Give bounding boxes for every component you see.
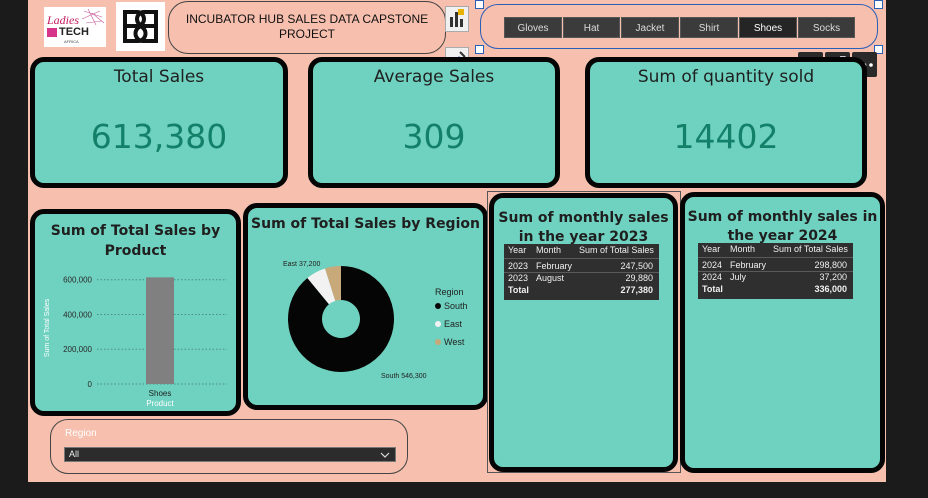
region-slicer: Region All <box>50 419 408 474</box>
logo-text-in-box <box>47 28 57 37</box>
legend-marker-west <box>435 339 441 345</box>
kpi-card-total-sales: Total Sales 613,380 <box>30 57 288 188</box>
resize-handle-top-left[interactable] <box>475 0 484 9</box>
y-tick-label: 400,000 <box>63 310 92 319</box>
donut-data-label-south: South 546,300 <box>381 373 427 380</box>
table-2024: Year Month Sum of Total Sales 2024 Febru… <box>698 243 853 299</box>
cell-year: 2024 <box>702 260 723 270</box>
header-year: Year <box>508 245 527 255</box>
legend-marker-south <box>435 303 441 309</box>
cell-year: 2023 <box>508 261 529 271</box>
product-slicer-button-shoes[interactable]: Shoes <box>739 17 797 38</box>
build-visual-icon <box>450 9 464 27</box>
bar-chart-card: Sum of Total Sales by Product 600,000 400… <box>30 209 241 416</box>
kpi-value: 14402 <box>673 117 779 156</box>
cell-sum: 247,500 <box>620 261 653 271</box>
table-row: 2024 February 298,800 <box>698 259 853 271</box>
cell-sum: 37,200 <box>819 272 847 282</box>
legend-title: Region <box>435 287 464 297</box>
table-2023-card: Sum of monthly sales in the year 2023 Ye… <box>489 193 678 472</box>
donut-chart-title: Sum of Total Sales by Region <box>251 216 480 232</box>
table-row: 2023 August 29,880 <box>504 272 659 284</box>
product-slicer-button-jacket[interactable]: Jacket <box>621 17 679 38</box>
cell-month: August <box>536 273 565 283</box>
legend-marker-east <box>435 321 441 327</box>
product-slicer-button-socks[interactable]: Socks <box>798 17 855 38</box>
resize-handle-top-right[interactable] <box>874 0 883 9</box>
kpi-card-quantity-sold: Sum of quantity sold 14402 <box>585 57 867 188</box>
kpi-card-average-sales: Average Sales 309 <box>308 57 560 188</box>
cell-year: 2024 <box>702 272 723 282</box>
report-title-box: INCUBATOR HUB SALES DATA CAPSTONE PROJEC… <box>168 1 446 54</box>
legend-item-east[interactable]: East <box>444 319 463 329</box>
table-2024-title-line1: Sum of monthly sales in <box>687 209 878 225</box>
kpi-value: 613,380 <box>90 117 228 156</box>
table-total-row: Total 277,380 <box>504 284 659 296</box>
legend-item-south[interactable]: South <box>444 301 468 311</box>
total-label: Total <box>508 285 529 295</box>
report-title-line2: PROJECT <box>278 27 335 41</box>
header-year: Year <box>702 244 721 254</box>
kpi-title: Average Sales <box>373 67 495 87</box>
total-label: Total <box>702 284 723 294</box>
region-dropdown-value: All <box>69 449 80 459</box>
table-header: Year Month Sum of Total Sales <box>698 243 853 255</box>
product-slicer-button-shirt[interactable]: Shirt <box>680 17 738 38</box>
y-axis-label: Sum of Total Sales <box>44 298 51 357</box>
table-divider <box>504 258 659 259</box>
logo-text-africa: AFRICA <box>64 39 79 44</box>
y-tick-label: 600,000 <box>63 276 92 285</box>
x-tick-label: Shoes <box>149 389 172 398</box>
header-sum: Sum of Total Sales <box>579 245 654 255</box>
table-2024-card: Sum of monthly sales in the year 2024 Ye… <box>680 192 885 473</box>
total-value: 277,380 <box>620 285 653 295</box>
y-tick-label: 0 <box>88 380 93 389</box>
cell-month: February <box>536 261 573 271</box>
header-month: Month <box>730 244 756 254</box>
bar-shoes[interactable] <box>146 277 174 384</box>
chevron-down-icon <box>380 452 390 458</box>
format-visual-button[interactable] <box>445 6 469 32</box>
report-canvas: Ladies TECH AFRICA INCUBATOR HUB SALES D… <box>28 0 886 482</box>
y-tick-label: 200,000 <box>63 345 92 354</box>
kpi-title: Total Sales <box>113 67 205 87</box>
ladies-in-tech-logo: Ladies TECH AFRICA <box>44 7 106 47</box>
donut-chart: East 37,200 South 546,300 Region South East W… <box>283 261 468 380</box>
cell-month: July <box>730 272 747 282</box>
cell-year: 2023 <box>508 273 529 283</box>
logo-text-tech: TECH <box>59 26 89 38</box>
product-slicer-button-gloves[interactable]: Gloves <box>504 17 562 38</box>
cell-month: February <box>730 260 767 270</box>
resize-handle-bottom-left[interactable] <box>475 45 484 54</box>
table-header: Year Month Sum of Total Sales <box>504 244 659 256</box>
bar-chart-title-line1: Sum of Total Sales by <box>50 223 221 239</box>
cell-sum: 298,800 <box>814 260 847 270</box>
legend-item-west[interactable]: West <box>444 337 465 347</box>
table-2023: Year Month Sum of Total Sales 2023 Febru… <box>504 244 659 300</box>
header-sum: Sum of Total Sales <box>773 244 848 254</box>
table-2023-title-line1: Sum of monthly sales <box>498 210 669 226</box>
bb-logo <box>116 2 165 51</box>
donut-chart-card: Sum of Total Sales by Region East 37,200… <box>243 203 488 410</box>
cell-sum: 29,880 <box>625 273 653 283</box>
header-month: Month <box>536 245 562 255</box>
bar-chart-title-line2: Product <box>104 243 167 259</box>
table-divider <box>698 257 853 258</box>
bb-logo-icon <box>123 10 158 43</box>
table-total-row: Total 336,000 <box>698 283 853 295</box>
table-row: 2024 July 37,200 <box>698 271 853 283</box>
region-slicer-label: Region <box>65 428 97 439</box>
x-axis-label: Product <box>146 399 174 408</box>
total-value: 336,000 <box>814 284 847 294</box>
kpi-value: 309 <box>402 117 466 156</box>
table-row: 2023 February 247,500 <box>504 260 659 272</box>
product-slicer-button-hat[interactable]: Hat <box>563 17 620 38</box>
region-dropdown[interactable]: All <box>64 447 396 462</box>
pane-gutter <box>886 0 928 498</box>
kpi-title: Sum of quantity sold <box>637 67 815 87</box>
bar-chart: 600,000 400,000 200,000 0 ShoesProduct Sum of… <box>44 276 227 408</box>
report-title-line1: INCUBATOR HUB SALES DATA CAPSTONE <box>185 12 429 26</box>
donut-data-label-east: East 37,200 <box>283 261 320 268</box>
